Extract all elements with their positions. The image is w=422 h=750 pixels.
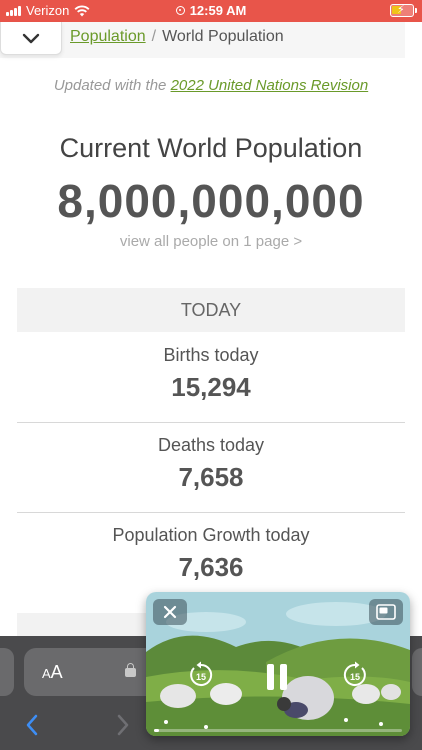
video-progress-fill: [154, 729, 159, 732]
pip-restore-icon: [376, 604, 396, 620]
video-progress-bar[interactable]: [154, 729, 402, 732]
updated-notice: Updated with the 2022 United Nations Rev…: [0, 77, 422, 94]
clock-time: 12:59 AM: [189, 3, 247, 18]
skip-back-15-icon: 15: [190, 661, 213, 686]
births-today-stat: Births today 15,294: [17, 345, 405, 403]
divider: [17, 512, 405, 513]
today-header: TODAY: [17, 288, 405, 332]
population-counter: 8,000,000,000: [57, 175, 365, 227]
next-tab-address-bar[interactable]: [412, 648, 422, 696]
updated-prefix: Updated with the: [53, 77, 171, 94]
text-size-button[interactable]: AA: [42, 662, 63, 683]
page-title: Current World Population: [59, 133, 363, 163]
chevron-down-icon: [22, 33, 40, 43]
divider: [17, 422, 405, 423]
forward-arrow-icon[interactable]: [115, 713, 131, 737]
stat-label: Births today: [163, 345, 259, 365]
view-all-people-link[interactable]: view all people on 1 page >: [0, 233, 422, 250]
breadcrumb: Population / World Population: [70, 28, 284, 46]
previous-tab-address-bar[interactable]: [0, 648, 14, 696]
skip-forward-15-icon: 15: [343, 661, 366, 686]
close-pip-button[interactable]: [153, 599, 187, 625]
close-icon: [163, 605, 177, 619]
breadcrumb-separator: /: [151, 28, 157, 45]
stat-label: Population Growth today: [112, 525, 310, 545]
stat-value: 7,636: [178, 552, 244, 582]
exit-pip-button[interactable]: [369, 599, 403, 625]
screen-recording-icon: [175, 6, 185, 15]
pause-button[interactable]: [264, 662, 290, 697]
skip-forward-button[interactable]: 15: [340, 660, 370, 695]
menu-toggle-button[interactable]: [0, 22, 62, 55]
skip-forward-seconds: 15: [350, 672, 360, 682]
growth-today-stat: Population Growth today 7,636: [17, 525, 405, 583]
deaths-today-stat: Deaths today 7,658: [17, 435, 405, 493]
stat-label: Deaths today: [157, 435, 265, 455]
back-arrow-icon[interactable]: [24, 713, 40, 737]
battery-charging-icon: ⚡: [390, 4, 417, 17]
skip-back-seconds: 15: [196, 672, 206, 682]
lock-icon: [125, 663, 136, 677]
skip-back-button[interactable]: 15: [186, 660, 216, 695]
picture-in-picture-video[interactable]: 15 15: [146, 592, 410, 736]
breadcrumb-current: World Population: [162, 28, 284, 45]
breadcrumb-link-population[interactable]: Population: [70, 28, 146, 45]
status-bar: Verizon 12:59 AM ⚡: [0, 0, 422, 22]
pause-icon: [267, 664, 287, 690]
stat-value: 7,658: [178, 462, 244, 492]
stat-value: 15,294: [171, 372, 251, 402]
un-revision-link[interactable]: 2022 United Nations Revision: [171, 77, 369, 94]
